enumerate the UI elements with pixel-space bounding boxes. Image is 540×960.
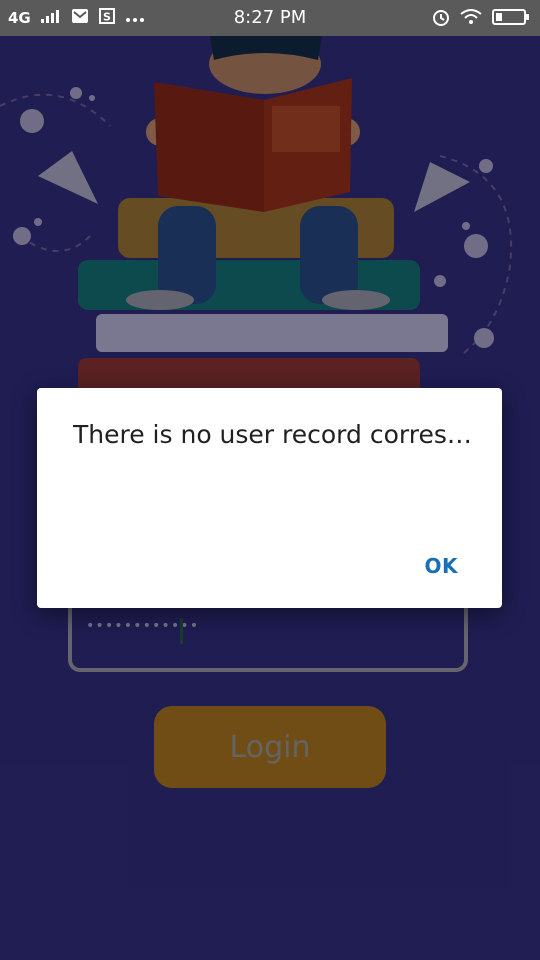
alert-dialog: There is no user record corres… OK xyxy=(37,388,502,608)
wifi-icon xyxy=(460,9,482,29)
dialog-message: There is no user record corres… xyxy=(73,420,472,449)
alarm-icon xyxy=(432,8,450,30)
status-right xyxy=(432,8,530,30)
battery-icon xyxy=(492,8,530,30)
ok-button[interactable]: OK xyxy=(425,554,459,578)
status-bar: 4G S 8:27 PM xyxy=(0,0,540,36)
